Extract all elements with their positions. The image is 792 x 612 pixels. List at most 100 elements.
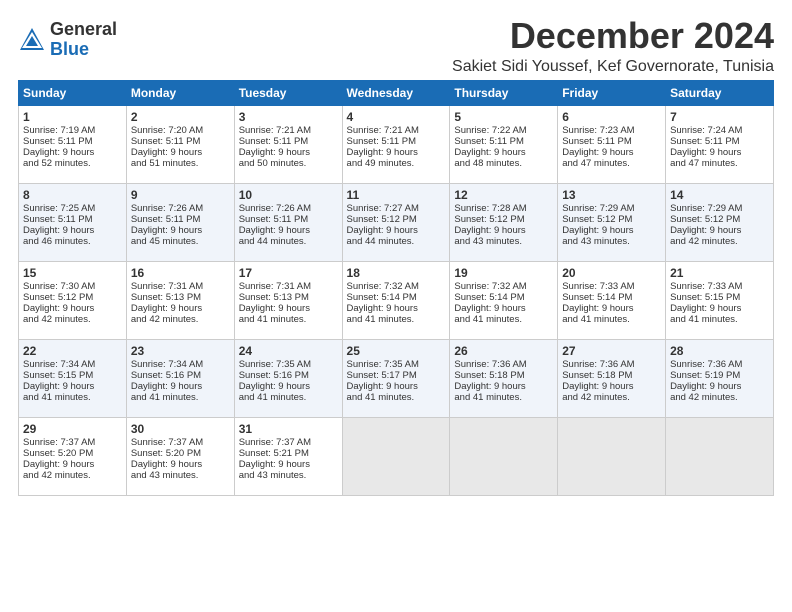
header-day: Wednesday — [342, 80, 450, 105]
day-info-line: and 42 minutes. — [131, 314, 230, 325]
day-info-line: Sunrise: 7:34 AM — [23, 359, 122, 370]
day-info-line: Sunrise: 7:21 AM — [347, 125, 446, 136]
day-info-line: Sunset: 5:11 PM — [562, 136, 661, 147]
calendar-cell: 20Sunrise: 7:33 AMSunset: 5:14 PMDayligh… — [558, 261, 666, 339]
day-info-line: Sunrise: 7:33 AM — [562, 281, 661, 292]
day-info-line: Sunset: 5:21 PM — [239, 448, 338, 459]
day-info-line: and 42 minutes. — [23, 470, 122, 481]
day-info-line: Sunrise: 7:26 AM — [131, 203, 230, 214]
day-info-line: and 41 minutes. — [454, 314, 553, 325]
day-number: 8 — [23, 188, 122, 202]
calendar-cell: 17Sunrise: 7:31 AMSunset: 5:13 PMDayligh… — [234, 261, 342, 339]
day-info-line: Sunset: 5:11 PM — [670, 136, 769, 147]
day-info-line: and 51 minutes. — [131, 158, 230, 169]
day-info-line: Sunrise: 7:36 AM — [562, 359, 661, 370]
calendar-cell: 30Sunrise: 7:37 AMSunset: 5:20 PMDayligh… — [126, 417, 234, 495]
calendar-cell: 10Sunrise: 7:26 AMSunset: 5:11 PMDayligh… — [234, 183, 342, 261]
day-info-line: Sunrise: 7:36 AM — [670, 359, 769, 370]
day-info-line: Daylight: 9 hours — [23, 303, 122, 314]
day-number: 30 — [131, 422, 230, 436]
day-number: 23 — [131, 344, 230, 358]
day-info-line: Sunset: 5:11 PM — [454, 136, 553, 147]
day-info-line: Daylight: 9 hours — [562, 225, 661, 236]
calendar-cell: 25Sunrise: 7:35 AMSunset: 5:17 PMDayligh… — [342, 339, 450, 417]
day-info-line: Sunset: 5:11 PM — [131, 136, 230, 147]
calendar-week-row: 22Sunrise: 7:34 AMSunset: 5:15 PMDayligh… — [19, 339, 774, 417]
day-info-line: Sunrise: 7:30 AM — [23, 281, 122, 292]
title-block: December 2024 Sakiet Sidi Youssef, Kef G… — [452, 16, 774, 76]
day-info-line: Daylight: 9 hours — [23, 459, 122, 470]
day-info-line: Sunset: 5:12 PM — [347, 214, 446, 225]
day-info-line: Sunrise: 7:32 AM — [454, 281, 553, 292]
day-info-line: and 41 minutes. — [131, 392, 230, 403]
day-info-line: and 52 minutes. — [23, 158, 122, 169]
logo-blue: Blue — [50, 40, 117, 60]
calendar-week-row: 15Sunrise: 7:30 AMSunset: 5:12 PMDayligh… — [19, 261, 774, 339]
day-info-line: and 47 minutes. — [562, 158, 661, 169]
header-day: Thursday — [450, 80, 558, 105]
day-info-line: Sunset: 5:11 PM — [239, 214, 338, 225]
day-info-line: Daylight: 9 hours — [131, 381, 230, 392]
day-info-line: Sunset: 5:20 PM — [131, 448, 230, 459]
day-number: 4 — [347, 110, 446, 124]
logo: General Blue — [18, 20, 117, 60]
day-info-line: Daylight: 9 hours — [23, 381, 122, 392]
day-number: 29 — [23, 422, 122, 436]
calendar-header: SundayMondayTuesdayWednesdayThursdayFrid… — [19, 80, 774, 105]
logo-icon — [18, 26, 46, 54]
day-info-line: Sunset: 5:15 PM — [670, 292, 769, 303]
day-info-line: Sunset: 5:17 PM — [347, 370, 446, 381]
day-info-line: Sunrise: 7:22 AM — [454, 125, 553, 136]
calendar-cell: 12Sunrise: 7:28 AMSunset: 5:12 PMDayligh… — [450, 183, 558, 261]
day-number: 5 — [454, 110, 553, 124]
day-info-line: Sunrise: 7:19 AM — [23, 125, 122, 136]
day-number: 16 — [131, 266, 230, 280]
day-info-line: Daylight: 9 hours — [670, 381, 769, 392]
calendar-cell: 14Sunrise: 7:29 AMSunset: 5:12 PMDayligh… — [666, 183, 774, 261]
calendar-cell: 8Sunrise: 7:25 AMSunset: 5:11 PMDaylight… — [19, 183, 127, 261]
calendar-cell: 1Sunrise: 7:19 AMSunset: 5:11 PMDaylight… — [19, 105, 127, 183]
calendar-cell: 31Sunrise: 7:37 AMSunset: 5:21 PMDayligh… — [234, 417, 342, 495]
day-number: 15 — [23, 266, 122, 280]
day-info-line: Sunrise: 7:33 AM — [670, 281, 769, 292]
day-number: 9 — [131, 188, 230, 202]
day-number: 6 — [562, 110, 661, 124]
day-info-line: Sunrise: 7:23 AM — [562, 125, 661, 136]
day-number: 14 — [670, 188, 769, 202]
day-info-line: Sunrise: 7:20 AM — [131, 125, 230, 136]
calendar-cell: 18Sunrise: 7:32 AMSunset: 5:14 PMDayligh… — [342, 261, 450, 339]
day-info-line: Sunset: 5:14 PM — [347, 292, 446, 303]
day-number: 13 — [562, 188, 661, 202]
calendar-cell: 4Sunrise: 7:21 AMSunset: 5:11 PMDaylight… — [342, 105, 450, 183]
day-info-line: Sunset: 5:12 PM — [454, 214, 553, 225]
day-number: 10 — [239, 188, 338, 202]
day-info-line: Sunset: 5:15 PM — [23, 370, 122, 381]
day-number: 22 — [23, 344, 122, 358]
day-info-line: and 49 minutes. — [347, 158, 446, 169]
day-info-line: Daylight: 9 hours — [347, 225, 446, 236]
day-info-line: Sunrise: 7:37 AM — [23, 437, 122, 448]
day-info-line: Sunset: 5:12 PM — [562, 214, 661, 225]
calendar-cell: 11Sunrise: 7:27 AMSunset: 5:12 PMDayligh… — [342, 183, 450, 261]
day-info-line: Daylight: 9 hours — [454, 303, 553, 314]
day-info-line: Sunset: 5:13 PM — [131, 292, 230, 303]
day-number: 27 — [562, 344, 661, 358]
day-info-line: Daylight: 9 hours — [131, 147, 230, 158]
calendar-table: SundayMondayTuesdayWednesdayThursdayFrid… — [18, 80, 774, 496]
day-number: 31 — [239, 422, 338, 436]
day-info-line: Daylight: 9 hours — [347, 303, 446, 314]
calendar-cell: 15Sunrise: 7:30 AMSunset: 5:12 PMDayligh… — [19, 261, 127, 339]
day-info-line: Daylight: 9 hours — [347, 381, 446, 392]
day-info-line: Sunrise: 7:35 AM — [239, 359, 338, 370]
day-number: 20 — [562, 266, 661, 280]
day-info-line: Sunset: 5:11 PM — [239, 136, 338, 147]
day-info-line: Sunset: 5:14 PM — [454, 292, 553, 303]
day-info-line: Daylight: 9 hours — [239, 225, 338, 236]
calendar-cell: 26Sunrise: 7:36 AMSunset: 5:18 PMDayligh… — [450, 339, 558, 417]
day-info-line: Sunrise: 7:29 AM — [670, 203, 769, 214]
day-info-line: Daylight: 9 hours — [239, 459, 338, 470]
day-info-line: Sunset: 5:12 PM — [670, 214, 769, 225]
day-info-line: Sunrise: 7:32 AM — [347, 281, 446, 292]
day-number: 18 — [347, 266, 446, 280]
day-info-line: Sunset: 5:11 PM — [23, 136, 122, 147]
